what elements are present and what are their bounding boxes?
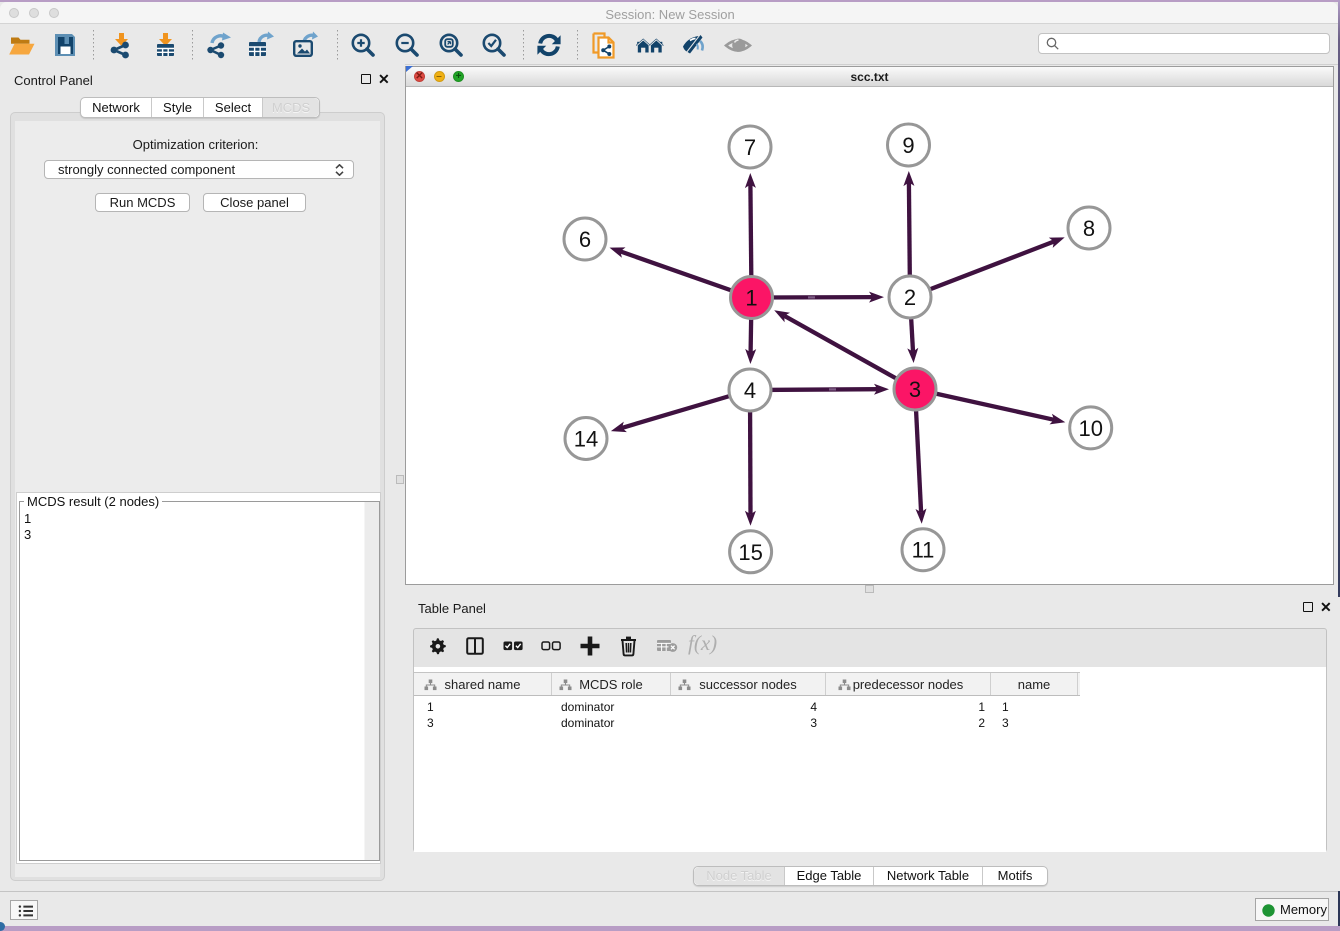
- svg-text:2: 2: [904, 285, 916, 310]
- svg-text:7: 7: [744, 135, 756, 160]
- svg-text:14: 14: [574, 427, 598, 452]
- svg-text:6: 6: [579, 227, 591, 252]
- svg-text:11: 11: [912, 538, 935, 563]
- svg-text:15: 15: [738, 540, 762, 565]
- svg-text:3: 3: [909, 377, 921, 402]
- svg-text:4: 4: [744, 378, 756, 403]
- svg-text:8: 8: [1083, 216, 1095, 241]
- svg-text:10: 10: [1078, 416, 1102, 441]
- svg-text:1: 1: [745, 286, 757, 311]
- svg-text:9: 9: [902, 133, 914, 158]
